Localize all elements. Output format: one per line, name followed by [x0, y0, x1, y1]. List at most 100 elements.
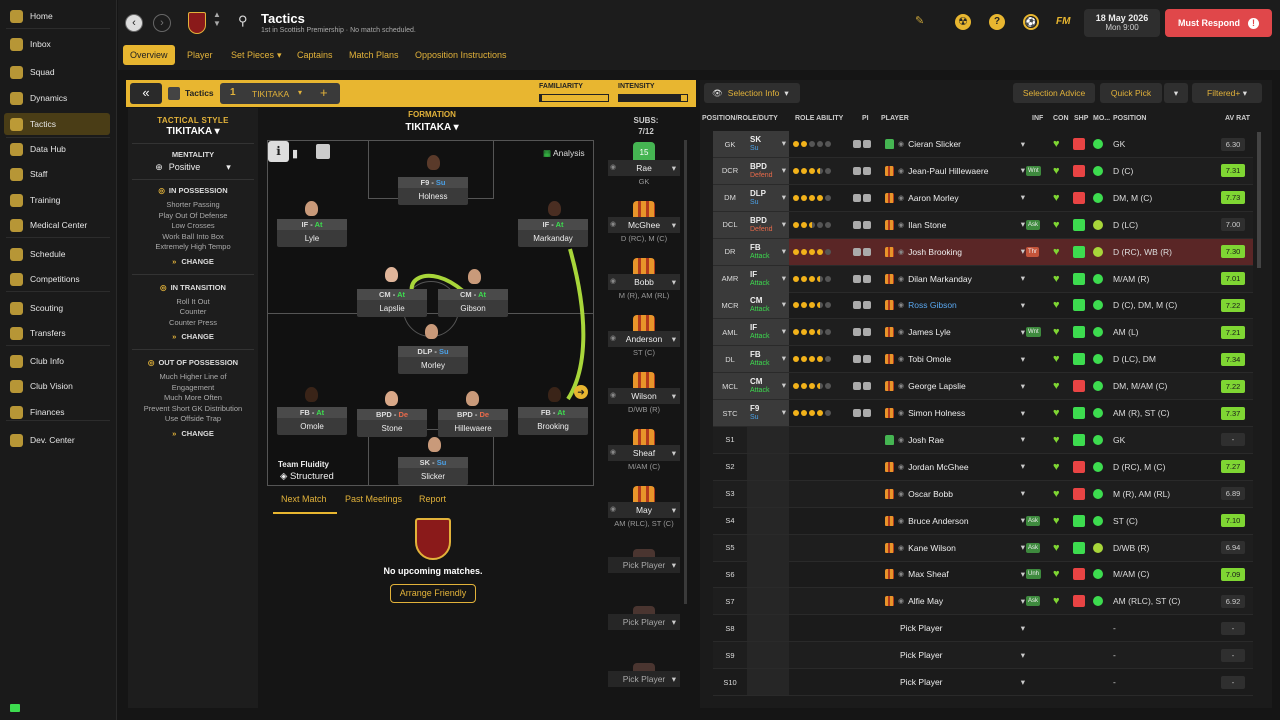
table-scrollbar[interactable]	[1257, 132, 1261, 268]
sub-player-8[interactable]: Pick Player ▾	[608, 614, 680, 630]
arrange-friendly-button[interactable]: Arrange Friendly	[390, 584, 476, 603]
sub-player-9[interactable]: Pick Player ▾	[608, 671, 680, 687]
table-row[interactable]: S7 ◉ Alfie May ▾ Ask ♥ AM (RLC), ST (C) 6.92	[713, 588, 1253, 616]
club-crest-icon[interactable]	[188, 12, 206, 34]
forward-button[interactable]: ›	[153, 14, 171, 32]
player-name-cell[interactable]: Pick Player ▾	[885, 642, 1025, 668]
sub-player-2[interactable]: Bobb ▾ ◉	[608, 274, 680, 290]
player-instructions[interactable]	[853, 239, 875, 265]
player-instructions[interactable]	[853, 185, 875, 211]
player-name-cell[interactable]: ◉ Kane Wilson ▾	[885, 535, 1025, 561]
player-instructions[interactable]	[853, 346, 875, 372]
tab-match-plans[interactable]: Match Plans	[342, 45, 406, 65]
player-name-cell[interactable]: ◉ Jordan McGhee ▾	[885, 454, 1025, 480]
header-player[interactable]: PLAYER	[881, 115, 909, 122]
table-row[interactable]: AMR IF Attack ▾ ◉ Dilan Markanday ▾ ♥ M/AM (R) 7.…	[713, 265, 1253, 293]
table-row[interactable]: S9 Pick Player ▾ - -	[713, 642, 1253, 670]
player-name-cell[interactable]: ◉ Simon Holness ▾	[885, 400, 1025, 426]
role-duty-selector[interactable]: CM Attack ▾	[747, 373, 789, 400]
player-instructions[interactable]	[853, 212, 875, 238]
player-name-cell[interactable]: Pick Player ▾	[885, 615, 1025, 641]
table-row[interactable]: AML IF Attack ▾ ◉ James Lyle ▾ Wnt ♥ AM (L) 7.21	[713, 319, 1253, 347]
role-duty-selector[interactable]: IF Attack ▾	[747, 319, 789, 346]
player-name-cell[interactable]: ◉ Ross Gibson ▾	[885, 292, 1025, 318]
table-row[interactable]: DL FB Attack ▾ ◉ Tobi Omole ▾ ♥ D (LC), DM 7.34	[713, 346, 1253, 374]
tactic-selector[interactable]: 1 TIKITAKA ▾ +	[220, 83, 340, 104]
sidebar-item-inbox[interactable]: Inbox	[4, 33, 110, 55]
tab-player[interactable]: Player	[180, 45, 220, 65]
sub-player-6[interactable]: May ▾ ◉	[608, 502, 680, 518]
sidebar-item-transfers[interactable]: Transfers	[4, 322, 110, 344]
tab-opposition-instructions[interactable]: Opposition Instructions	[408, 45, 514, 65]
sidebar-item-home[interactable]: Home	[4, 5, 110, 27]
add-tactic-icon[interactable]: +	[320, 85, 328, 100]
table-row[interactable]: DR FB Attack ▾ ◉ Josh Brooking ▾ Thr ♥ D (RC), WB…	[713, 238, 1253, 266]
tactical-style-name[interactable]: TIKITAKA ▾	[128, 126, 258, 137]
edit-icon[interactable]: ✎	[915, 14, 924, 27]
role-duty-selector[interactable]: IF Attack ▾	[747, 265, 789, 292]
player-card-morley[interactable]: DLP - Su Morley	[398, 346, 468, 374]
role-duty-selector[interactable]: CM Attack ▾	[747, 292, 789, 319]
formation-select[interactable]: TIKITAKA ▾	[380, 122, 484, 133]
player-card-lyle[interactable]: IF - At Lyle	[277, 219, 347, 247]
help-icon[interactable]: ?	[989, 14, 1005, 30]
collapse-button[interactable]: «	[130, 83, 162, 104]
role-duty-selector[interactable]: FB Attack ▾	[747, 238, 789, 265]
header-av-rat[interactable]: AV RAT	[1225, 115, 1250, 122]
table-row[interactable]: DM DLP Su ▾ ◉ Aaron Morley ▾ ♥ DM, M (C) 7.73	[713, 184, 1253, 212]
player-instructions[interactable]	[853, 292, 875, 318]
sidebar-item-squad[interactable]: Squad	[4, 61, 110, 83]
player-name-cell[interactable]: ◉ Josh Rae ▾	[885, 427, 1025, 453]
change-oop-button[interactable]: » CHANGE	[128, 429, 258, 438]
player-name-cell[interactable]: ◉ Ilan Stone ▾	[885, 212, 1025, 238]
player-name-cell[interactable]: Pick Player ▾	[885, 669, 1025, 695]
player-instructions[interactable]	[853, 158, 875, 184]
header-con[interactable]: CON	[1053, 115, 1069, 122]
sidebar-item-club-vision[interactable]: Club Vision	[4, 375, 110, 397]
header-position-role-duty[interactable]: POSITION/ROLE/DUTY	[702, 115, 778, 122]
match-tab-report[interactable]: Report	[419, 494, 446, 504]
player-card-omole[interactable]: FB - At Omole	[277, 407, 347, 435]
mail-icon[interactable]	[10, 704, 20, 712]
match-tab-past-meetings[interactable]: Past Meetings	[345, 494, 402, 504]
player-name-cell[interactable]: ◉ Bruce Anderson ▾	[885, 508, 1025, 534]
table-row[interactable]: MCR CM Attack ▾ ◉ Ross Gibson ▾ ♥ D (C), DM, M (…	[713, 292, 1253, 320]
table-row[interactable]: GK SK Su ▾ ◉ Cieran Slicker ▾ ♥ GK 6.30	[713, 131, 1253, 158]
table-row[interactable]: S1 ◉ Josh Rae ▾ ♥ GK -	[713, 426, 1253, 454]
player-name-cell[interactable]: ◉ Oscar Bobb ▾	[885, 481, 1025, 507]
sub-player-5[interactable]: Sheaf ▾ ◉	[608, 445, 680, 461]
role-duty-selector[interactable]: BPD Defend ▾	[747, 157, 789, 184]
player-instructions[interactable]	[853, 266, 875, 292]
filter-dropdown[interactable]: Filtered+ ▾	[1192, 83, 1262, 103]
tab-set-pieces[interactable]: Set Pieces ▾	[224, 45, 289, 65]
table-row[interactable]: S10 Pick Player ▾ - -	[713, 669, 1253, 696]
player-instructions[interactable]	[853, 131, 875, 157]
change-possession-button[interactable]: » CHANGE	[128, 257, 258, 266]
player-card-markanday[interactable]: IF - At Markanday	[518, 219, 588, 247]
table-row[interactable]: S3 ◉ Oscar Bobb ▾ ♥ M (R), AM (RL) 6.89	[713, 480, 1253, 508]
player-name-cell[interactable]: ◉ Jean-Paul Hillewaere ▾	[885, 158, 1025, 184]
ball-icon[interactable]: ⚽	[1023, 14, 1039, 30]
table-row[interactable]: DCR BPD Defend ▾ ◉ Jean-Paul Hillewaere ▾ Wnt ♥ D…	[713, 157, 1253, 185]
player-name-cell[interactable]: ◉ James Lyle ▾	[885, 319, 1025, 345]
player-card-slicker[interactable]: SK - Su Slicker	[398, 457, 468, 485]
quick-pick-chevron-icon[interactable]: ▾	[1164, 83, 1188, 103]
sub-player-3[interactable]: Anderson ▾ ◉	[608, 331, 680, 347]
table-row[interactable]: STC F9 Su ▾ ◉ Simon Holness ▾ ♥ AM (R), ST (C) 7.…	[713, 400, 1253, 427]
player-card-stone[interactable]: BPD - De Stone	[357, 409, 427, 437]
player-instructions[interactable]	[853, 400, 875, 426]
sidebar-item-staff[interactable]: Staff	[4, 163, 110, 185]
club-switch-icon[interactable]: ▲ ▼	[213, 10, 221, 28]
search-icon[interactable]: ⚲	[238, 13, 248, 29]
sidebar-item-dynamics[interactable]: Dynamics	[4, 87, 110, 109]
header-position[interactable]: POSITION	[1113, 115, 1146, 122]
player-card-hillewaere[interactable]: BPD - De Hillewaere	[438, 409, 508, 437]
player-card-gibson[interactable]: CM - At Gibson	[438, 289, 508, 317]
player-name-cell[interactable]: ◉ Max Sheaf ▾	[885, 561, 1025, 587]
sidebar-item-club-info[interactable]: Club Info	[4, 350, 110, 372]
sidebar-item-data-hub[interactable]: Data Hub	[4, 138, 110, 160]
fm-logo[interactable]: FM	[1056, 16, 1070, 27]
header-inf[interactable]: INF	[1032, 115, 1043, 122]
subs-scrollbar[interactable]	[684, 140, 687, 604]
player-name-cell[interactable]: ◉ Cieran Slicker ▾	[885, 131, 1025, 157]
